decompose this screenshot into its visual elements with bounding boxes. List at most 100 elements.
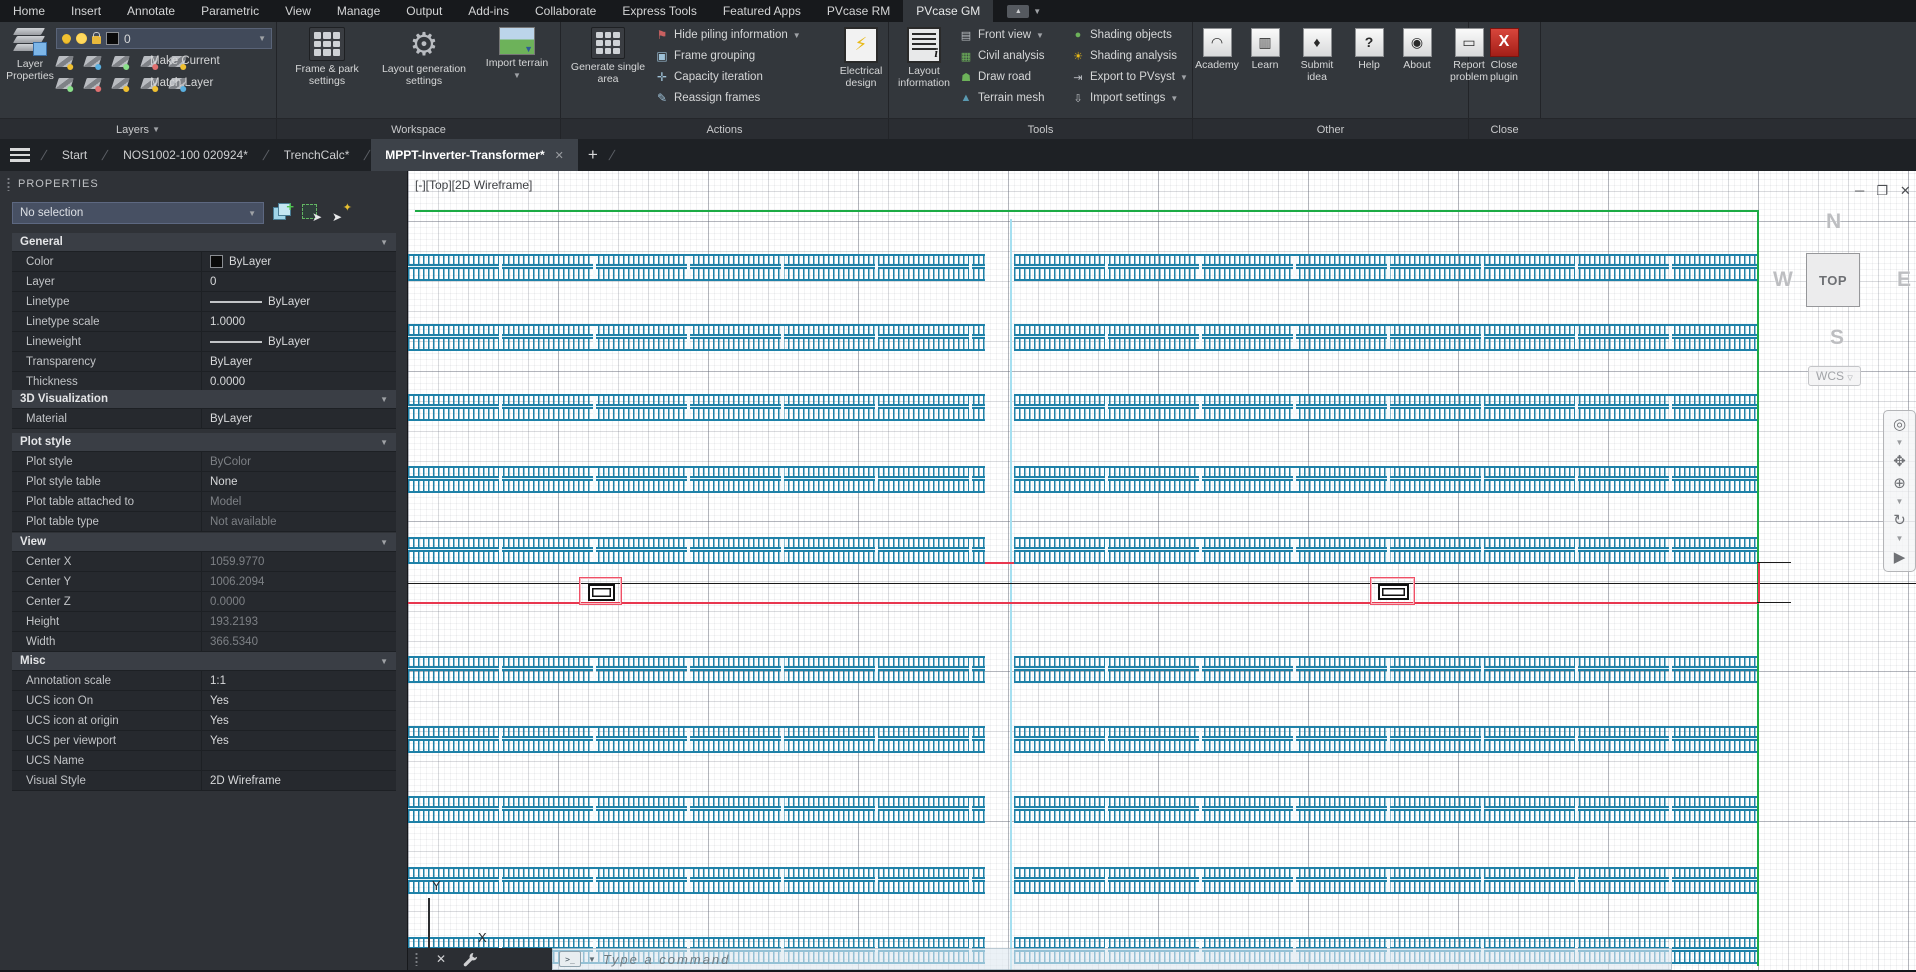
layer-tool-icon[interactable] — [112, 56, 131, 67]
chevron-down-icon[interactable]: ▼ — [380, 538, 388, 547]
quick-select-icon[interactable]: ➤ — [301, 202, 322, 223]
property-value[interactable]: 0 — [202, 276, 396, 288]
navigation-wheel-icon[interactable]: ◎ — [1893, 417, 1906, 432]
chevron-down-icon[interactable]: ▼ — [1036, 31, 1044, 40]
other-button-submit-idea[interactable]: ♦Submit idea — [1293, 28, 1341, 83]
chevron-down-icon[interactable]: ▼ — [380, 438, 388, 447]
menu-tab-express-tools[interactable]: Express Tools — [609, 0, 709, 22]
pv-panel-row[interactable] — [408, 254, 985, 281]
chevron-down-icon[interactable]: ▼ — [588, 955, 596, 964]
other-button-learn[interactable]: ▥Learn — [1245, 28, 1285, 83]
chevron-down-icon[interactable]: ▼ — [1896, 535, 1904, 543]
property-value[interactable]: 0.0000 — [202, 376, 396, 388]
command-line-input[interactable]: >_ ▼ Type a command — [552, 948, 1672, 970]
pv-panel-row[interactable] — [408, 466, 985, 493]
menu-tab-output[interactable]: Output — [393, 0, 455, 22]
property-value[interactable]: Yes — [202, 715, 396, 727]
viewcube-top-face[interactable]: TOP — [1806, 253, 1860, 307]
pv-panel-row[interactable] — [1014, 537, 1757, 564]
chevron-down-icon[interactable]: ▼ — [258, 34, 266, 43]
property-value[interactable]: 1:1 — [202, 675, 396, 687]
pv-panel-row[interactable] — [1014, 796, 1757, 823]
inverter-unit[interactable] — [1378, 584, 1409, 600]
tool-item-import-settings[interactable]: ⇩Import settings▼ — [1071, 89, 1191, 107]
minimize-icon[interactable]: ─ — [1855, 183, 1864, 199]
property-value[interactable]: ByLayer — [202, 356, 396, 368]
action-item-frame-grouping[interactable]: ▣Frame grouping — [655, 47, 835, 65]
tool-item-draw-road[interactable]: ☗Draw road — [959, 68, 1071, 86]
pv-panel-row[interactable] — [408, 324, 985, 351]
menu-tab-pvcase-gm[interactable]: PVcase GM — [903, 0, 993, 22]
layout-generation-settings-button[interactable]: ⚙ Layout generation settings — [373, 27, 475, 87]
pv-panel-row[interactable] — [1014, 466, 1757, 493]
menu-tab-collaborate[interactable]: Collaborate — [522, 0, 609, 22]
viewport-controls-label[interactable]: [-][Top][2D Wireframe] — [415, 178, 532, 192]
viewcube-west[interactable]: W — [1773, 268, 1793, 292]
other-button-help[interactable]: ?Help — [1349, 28, 1389, 83]
layer-tool-icon[interactable] — [55, 56, 74, 67]
property-value[interactable]: ByLayer — [202, 255, 396, 268]
menu-tab-insert[interactable]: Insert — [58, 0, 114, 22]
property-value[interactable]: ByLayer — [202, 336, 396, 348]
palette-title-bar[interactable]: PROPERTIES — [0, 171, 407, 197]
chevron-down-icon[interactable]: ▼ — [1896, 498, 1904, 506]
inverter-unit[interactable] — [588, 584, 615, 601]
ribbon-display-toggle[interactable]: ▲▼ — [1007, 0, 1041, 22]
layer-lock-icon[interactable] — [92, 36, 101, 44]
menu-tab-featured-apps[interactable]: Featured Apps — [710, 0, 814, 22]
section-header[interactable]: View▼ — [12, 533, 396, 552]
pan-icon[interactable]: ✥ — [1893, 454, 1906, 469]
pv-panel-row[interactable] — [1014, 254, 1757, 281]
section-header[interactable]: Misc▼ — [12, 652, 396, 671]
layer-on-icon[interactable] — [62, 34, 71, 43]
chevron-down-icon[interactable]: ▼ — [1896, 439, 1904, 447]
layer-tool-icon[interactable] — [83, 78, 102, 89]
property-value[interactable]: ByLayer — [202, 413, 396, 425]
section-header[interactable]: Plot style▼ — [12, 433, 396, 452]
tool-item-shading-analysis[interactable]: ☀Shading analysis — [1071, 47, 1191, 65]
property-value[interactable]: 1.0000 — [202, 316, 396, 328]
file-tab-2[interactable]: TrenchCalc* — [270, 139, 364, 171]
chevron-down-icon[interactable]: ▼ — [380, 395, 388, 404]
property-value[interactable]: Yes — [202, 735, 396, 747]
menu-tab-add-ins[interactable]: Add-ins — [455, 0, 522, 22]
menu-tab-manage[interactable]: Manage — [324, 0, 393, 22]
menu-tab-home[interactable]: Home — [0, 0, 58, 22]
menu-tab-view[interactable]: View — [272, 0, 324, 22]
other-button-academy[interactable]: ◠Academy — [1197, 28, 1237, 83]
pv-panel-row[interactable] — [408, 537, 985, 564]
toggle-pickadd-icon[interactable]: + — [272, 202, 293, 223]
action-item-reassign-frames[interactable]: ✎Reassign frames — [655, 89, 835, 107]
hamburger-menu-icon[interactable] — [0, 139, 40, 171]
viewcube-north[interactable]: N — [1826, 210, 1841, 234]
orbit-icon[interactable]: ↻ — [1893, 513, 1906, 528]
other-button-about[interactable]: ◉About — [1397, 28, 1437, 83]
close-icon[interactable]: ✕ — [436, 952, 446, 966]
pv-panel-row[interactable] — [408, 726, 985, 753]
tool-item-shading-objects[interactable]: ●Shading objects — [1071, 26, 1191, 44]
customize-wrench-icon[interactable] — [463, 952, 478, 967]
close-icon[interactable]: ✕ — [1900, 183, 1911, 199]
pv-panel-row[interactable] — [408, 656, 985, 683]
chevron-down-icon[interactable]: ▼ — [1033, 7, 1041, 16]
viewcube-wcs-dropdown[interactable]: WCS ▽ — [1808, 366, 1861, 386]
pv-panel-row[interactable] — [408, 796, 985, 823]
grip-handle-icon[interactable] — [6, 177, 11, 191]
select-objects-icon[interactable]: ➤ ✦ — [330, 202, 351, 223]
command-line-handle[interactable]: ✕ — [408, 948, 552, 970]
layer-freeze-icon[interactable] — [76, 33, 87, 44]
restore-icon[interactable]: ❐ — [1876, 183, 1888, 199]
pv-panel-row[interactable] — [1014, 324, 1757, 351]
grip-handle-icon[interactable] — [414, 952, 419, 966]
zoom-extents-icon[interactable]: ⊕ — [1893, 476, 1906, 491]
selection-dropdown[interactable]: No selection ▼ — [12, 202, 264, 224]
import-terrain-button[interactable]: Import terrain ▼ — [479, 27, 555, 80]
pv-panel-row[interactable] — [1014, 656, 1757, 683]
chevron-down-icon[interactable]: ▼ — [380, 657, 388, 666]
file-tab-3[interactable]: MPPT-Inverter-Transformer*✕ — [371, 139, 578, 171]
menu-tab-annotate[interactable]: Annotate — [114, 0, 188, 22]
property-value[interactable]: Yes — [202, 695, 396, 707]
match-layer-button[interactable]: Match Layer — [150, 77, 213, 89]
electrical-design-button[interactable]: ⚡ Electrical design — [837, 27, 885, 89]
section-header[interactable]: General▼ — [12, 233, 396, 252]
